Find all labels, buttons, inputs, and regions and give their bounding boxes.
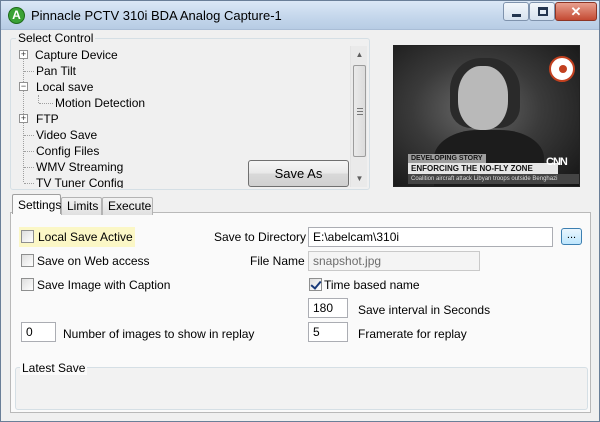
- browse-button[interactable]: ...: [561, 228, 582, 245]
- save-as-label: Save As: [274, 166, 323, 181]
- minimize-icon: [512, 14, 521, 17]
- tree-item-label: TV Tuner Config: [36, 176, 124, 188]
- save-on-web-access-checkbox[interactable]: [21, 254, 34, 267]
- preview-face: [458, 66, 508, 130]
- tree-item-label: Pan Tilt: [36, 64, 77, 78]
- browse-label: ...: [566, 229, 577, 241]
- close-button[interactable]: ✕: [555, 2, 597, 21]
- time-based-name-checkbox[interactable]: [309, 278, 322, 291]
- save-to-directory-input[interactable]: [308, 227, 553, 247]
- save-image-with-caption-checkbox[interactable]: [21, 278, 34, 291]
- tree-item-label: Motion Detection: [55, 96, 146, 110]
- tree-connector: [24, 183, 34, 184]
- save-interval-label: Save interval in Seconds: [358, 303, 491, 317]
- save-to-directory-label: Save to Directory: [214, 230, 307, 244]
- close-icon: ✕: [570, 4, 582, 19]
- tree-item-label: WMV Streaming: [36, 160, 124, 174]
- latest-save-group: [15, 367, 588, 410]
- tree-item-label: Config Files: [36, 144, 100, 158]
- minimize-button[interactable]: [503, 2, 529, 21]
- tab-limits[interactable]: Limits: [61, 197, 102, 215]
- tab-execute[interactable]: Execute: [102, 197, 153, 215]
- caption-main: ENFORCING THE NO-FLY ZONE: [408, 163, 558, 174]
- tree-connector: [24, 167, 34, 168]
- save-on-web-access-label[interactable]: Save on Web access: [37, 253, 150, 269]
- tree-scrollbar[interactable]: ▲ ▼: [350, 46, 367, 187]
- tree-connector: [39, 103, 53, 104]
- scroll-down-arrow-icon[interactable]: ▼: [351, 170, 368, 187]
- eye-logo-icon: [549, 56, 575, 82]
- tree-item-label: Video Save: [36, 128, 98, 142]
- collapse-icon[interactable]: −: [19, 82, 28, 91]
- tree-item-label: FTP: [36, 112, 59, 126]
- app-window: A Pinnacle PCTV 310i BDA Analog Capture-…: [0, 0, 600, 422]
- maximize-button[interactable]: [529, 2, 555, 21]
- grip-icon: [357, 108, 363, 115]
- replay-count-input[interactable]: [21, 322, 56, 342]
- scroll-up-arrow-icon[interactable]: ▲: [351, 46, 368, 63]
- maximize-icon: [538, 7, 548, 16]
- save-as-button[interactable]: Save As: [248, 160, 349, 187]
- replay-count-label: Number of images to show in replay: [63, 327, 255, 341]
- tree-connector: [24, 151, 34, 152]
- tree-connector: [38, 95, 39, 103]
- tree-connector: [24, 71, 34, 72]
- framerate-label: Framerate for replay: [358, 327, 467, 341]
- caption-sub: Coalition aircraft attack Libyan troops …: [408, 174, 579, 184]
- caption-top: DEVELOPING STORY: [408, 154, 486, 163]
- tree-item-label: Local save: [36, 80, 94, 94]
- app-logo-icon[interactable]: A: [8, 7, 25, 24]
- network-logo: CNN: [546, 156, 568, 168]
- tree-connector: [24, 135, 34, 136]
- scrollbar-thumb[interactable]: [353, 65, 366, 157]
- local-save-active-label[interactable]: Local Save Active: [38, 229, 133, 245]
- file-name-label: File Name: [250, 254, 305, 268]
- tab-settings[interactable]: Settings: [12, 194, 61, 214]
- latest-save-legend: Latest Save: [20, 361, 88, 375]
- tree-item-label: Capture Device: [35, 48, 118, 62]
- expand-icon[interactable]: +: [19, 50, 28, 59]
- expand-icon[interactable]: +: [19, 114, 28, 123]
- window-title: Pinnacle PCTV 310i BDA Analog Capture-1: [31, 8, 282, 23]
- file-name-input[interactable]: [308, 251, 480, 271]
- select-control-legend: Select Control: [16, 31, 96, 45]
- news-lower-third: DEVELOPING STORY ENFORCING THE NO-FLY ZO…: [408, 154, 579, 186]
- title-bar[interactable]: A Pinnacle PCTV 310i BDA Analog Capture-…: [1, 1, 599, 30]
- time-based-name-label[interactable]: Time based name: [324, 277, 420, 293]
- framerate-input[interactable]: [308, 322, 348, 342]
- save-interval-input[interactable]: [308, 298, 348, 318]
- local-save-active-checkbox[interactable]: [21, 230, 34, 243]
- save-image-with-caption-label[interactable]: Save Image with Caption: [37, 277, 170, 293]
- camera-preview: DEVELOPING STORY ENFORCING THE NO-FLY ZO…: [393, 45, 580, 187]
